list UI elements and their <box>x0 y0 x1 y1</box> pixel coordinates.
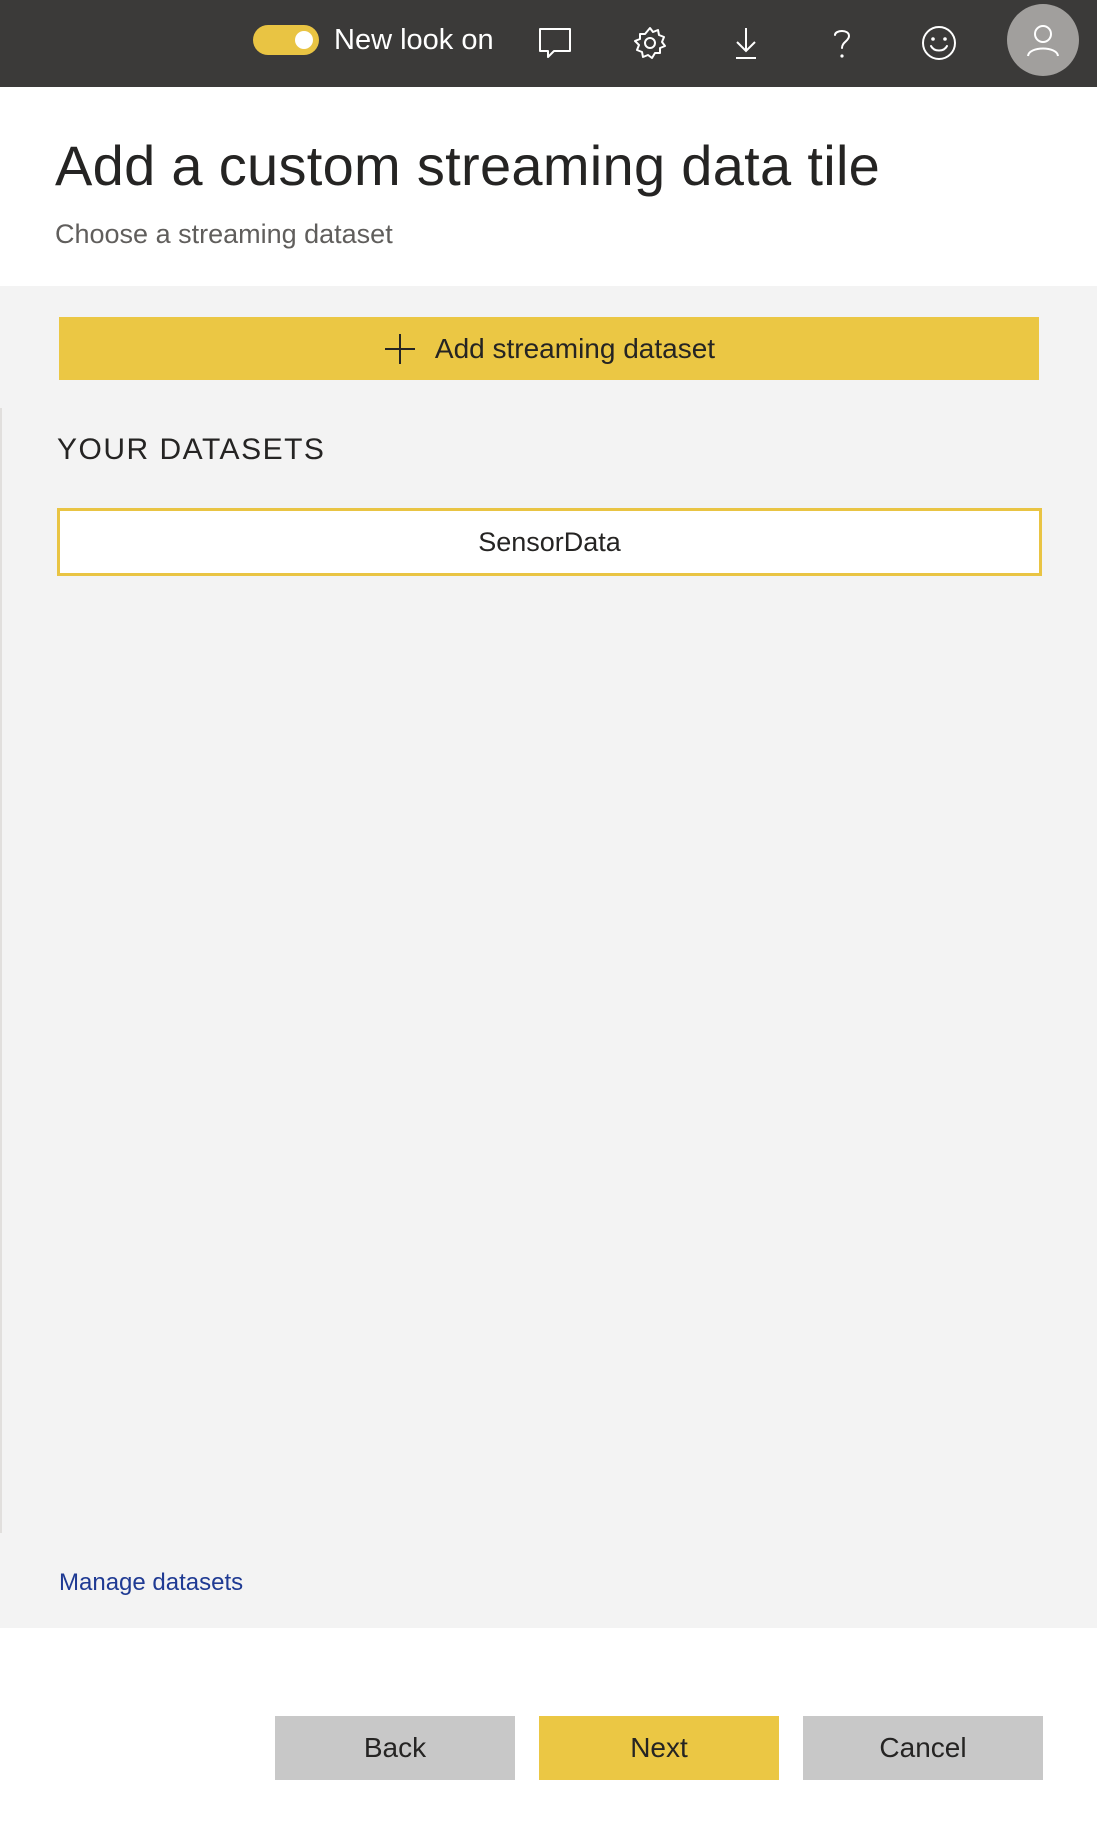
page-title: Add a custom streaming data tile <box>55 134 881 197</box>
dataset-panel <box>0 286 1097 1628</box>
panel-divider <box>0 408 2 1533</box>
add-streaming-dataset-button[interactable]: Add streaming dataset <box>59 317 1039 380</box>
new-look-label: New look on <box>334 24 494 56</box>
dataset-item-label: SensorData <box>478 526 621 557</box>
user-avatar[interactable] <box>1007 4 1079 76</box>
download-icon[interactable] <box>721 18 771 68</box>
next-button[interactable]: Next <box>539 1716 779 1780</box>
page-subtitle: Choose a streaming dataset <box>55 219 393 249</box>
gear-icon[interactable] <box>625 18 675 68</box>
back-button[interactable]: Back <box>275 1716 515 1780</box>
plus-icon <box>383 332 417 366</box>
new-look-toggle[interactable] <box>253 25 319 55</box>
manage-datasets-link[interactable]: Manage datasets <box>59 1567 243 1599</box>
cancel-button[interactable]: Cancel <box>803 1716 1043 1780</box>
user-avatar-icon <box>1027 25 1059 57</box>
section-heading: YOUR DATASETS <box>57 433 326 466</box>
toggle-knob <box>295 31 313 49</box>
dataset-item-sensordata[interactable]: SensorData <box>57 508 1042 576</box>
smiley-icon[interactable] <box>914 18 964 68</box>
add-streaming-dataset-label: Add streaming dataset <box>434 332 716 364</box>
top-bar: New look on <box>0 0 1097 87</box>
comment-icon[interactable] <box>530 18 580 68</box>
help-icon[interactable] <box>817 18 867 68</box>
